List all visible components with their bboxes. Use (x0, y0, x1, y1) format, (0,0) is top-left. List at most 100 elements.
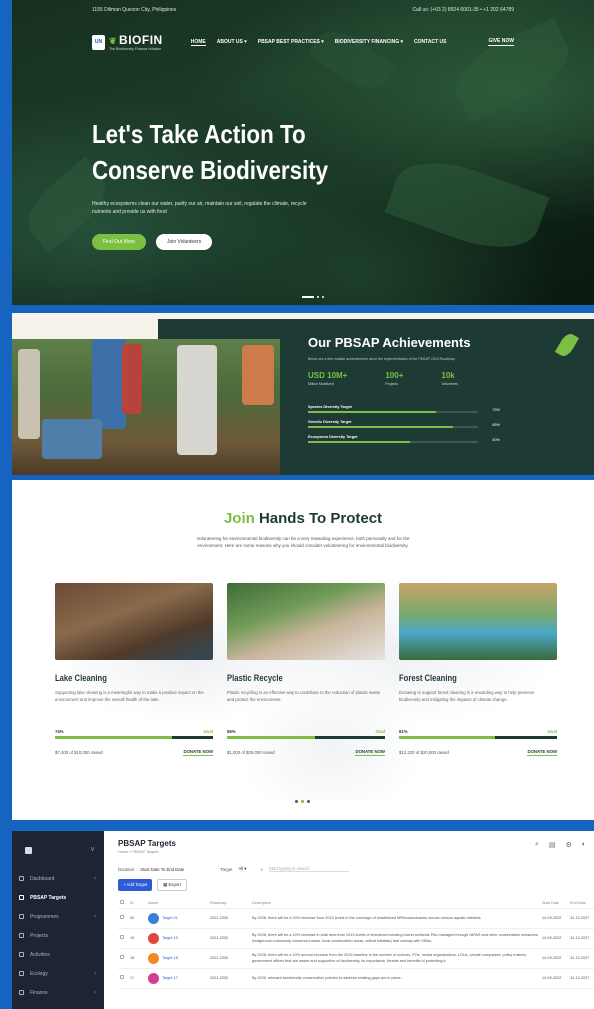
hero-section: 1155 Diliman Quezon City, Philippines Ca… (12, 0, 594, 305)
forest-cleaning-photo (399, 583, 557, 660)
plastic-recycle-photo (227, 583, 385, 660)
nav-contact-us[interactable]: CONTACT US (414, 39, 446, 46)
settings-icon[interactable]: ⚙ (565, 841, 571, 849)
nav-pbsap-best-practices[interactable]: PBSAP BEST PRACTICES ▾ (258, 39, 324, 46)
slider-indicator[interactable] (302, 296, 324, 298)
target-select[interactable]: All ▾ (238, 866, 246, 872)
sidebar-collapse-icon[interactable]: ∨ (90, 845, 95, 853)
finance-icon (19, 990, 24, 995)
row-checkbox[interactable] (120, 915, 124, 920)
dashboard-icon (19, 876, 24, 881)
activities-icon (19, 952, 24, 957)
target-icon (19, 895, 24, 900)
target-link[interactable]: Target 17 (148, 973, 206, 984)
target-link[interactable]: Target 18 (148, 953, 206, 964)
join-volunteers-button[interactable]: Join Volunteers (155, 234, 213, 250)
progress-genetic: Genetic Diversity Target 85% (308, 420, 500, 428)
campaign-progress-bar (399, 736, 557, 739)
logo-title: BIOFIN (119, 33, 163, 47)
admin-logo-icon[interactable] (25, 847, 32, 854)
achievements-section: Our PBSAP Achievements Below are a few n… (12, 313, 594, 475)
header-toolbar: ⌕ ▤ ⚙ ◐ (535, 841, 586, 849)
donate-now-link[interactable]: DONATE NOW (183, 749, 213, 756)
contact-text: Call us: (+63 2) 8924 6001-35 • +1 202 6… (412, 7, 514, 13)
campaign-card-lake-cleaning: Lake Cleaning Supporting lake cleaning i… (55, 583, 213, 756)
sidebar-item-projects[interactable]: Projects (12, 926, 104, 945)
campaign-cards: Lake Cleaning Supporting lake cleaning i… (55, 583, 557, 756)
hero-description: Healthy ecosystems clean our water, puri… (92, 201, 307, 215)
achievement-stats: USD 10M+ Million Mobilized 100+ Projects 1… (308, 371, 458, 386)
projects-icon (19, 933, 24, 938)
site-logo[interactable]: UN ❦ BIOFIN The Biodiversity Finance Init… (92, 33, 163, 51)
duration-label: Duration (118, 866, 135, 872)
campaign-progress-bar (55, 736, 213, 739)
join-description: Volunteering for environmental biodivers… (196, 536, 410, 548)
table-row[interactable]: 18 Target 18 2021-2030 By 2028, there will … (118, 948, 594, 969)
nav-about-us[interactable]: ABOUT US ▾ (217, 39, 247, 46)
un-emblem-icon: UN (92, 34, 105, 50)
search-icon: ⌕ (260, 866, 263, 872)
stat-volunteers: 10k Volunteers (441, 371, 458, 386)
chart-icon (19, 914, 24, 919)
sidebar-item-dashboard[interactable]: Dashboard › (12, 869, 104, 888)
top-info-bar: 1155 Diliman Quezon City, Philippines Ca… (12, 0, 594, 20)
table-row[interactable]: 19 Target 19 2021-2030 By 2028, there will … (118, 928, 594, 949)
campaign-card-forest-cleaning: Forest Cleaning Donating to support fore… (399, 583, 557, 756)
achievement-progress-bars: Species Diversity Target 75% Genetic Div… (308, 405, 500, 450)
select-all-checkbox[interactable] (120, 900, 124, 904)
sidebar-item-finance[interactable]: Finance › (12, 983, 104, 1002)
lake-cleaning-photo (55, 583, 213, 660)
target-link[interactable]: Target 01 (148, 913, 206, 924)
add-target-button[interactable]: + Add Target (118, 879, 153, 891)
export-icon: ▦ (163, 882, 168, 887)
give-now-link[interactable]: GIVE NOW (488, 38, 514, 46)
sdg-target-icon (148, 933, 159, 944)
address-text: 1155 Diliman Quezon City, Philippines (92, 7, 177, 13)
row-checkbox[interactable] (120, 975, 124, 980)
carousel-dots[interactable] (295, 800, 310, 803)
page-title: PBSAP Targets (118, 839, 176, 848)
table-row[interactable]: 17 Target 17 2021-2030 By 2025, relevant bi… (118, 968, 594, 989)
foliage-decoration (384, 146, 550, 264)
join-hands-section: Join Hands To Protect Volunteering for e… (12, 480, 594, 820)
campaign-card-plastic-recycle: Plastic Recycle Plastic recycling is an … (227, 583, 385, 756)
notification-icon[interactable]: ▤ (549, 841, 556, 849)
hero-title-line-1: Let's Take Action To (92, 119, 306, 149)
date-range-picker[interactable]: Start Date To End Date (140, 867, 184, 872)
leaf-icon: ❦ (109, 36, 118, 46)
find-out-more-button[interactable]: Find Out More (92, 234, 146, 250)
sidebar-item-activities[interactable]: Activities (12, 945, 104, 964)
row-checkbox[interactable] (120, 935, 124, 940)
sidebar-item-ecology[interactable]: Ecology › (12, 964, 104, 983)
join-title: Join Hands To Protect (223, 510, 383, 527)
volunteers-planting-photo (12, 339, 280, 475)
nav-home[interactable]: HOME (190, 39, 206, 46)
logo-subtitle: The Biodiversity Finance Initiative (109, 47, 162, 51)
admin-main-content: PBSAP Targets Home > PBSAP Targets ⌕ ▤ ⚙… (104, 831, 594, 1009)
admin-dashboard: ∨ Dashboard › PBSAP Targets Programmes › P… (12, 831, 594, 1009)
achievements-title: Our PBSAP Achievements (308, 335, 471, 350)
sdg-target-icon (148, 913, 159, 924)
campaign-progress-bar (227, 736, 385, 739)
table-row[interactable]: 20 Target 01 2021-2030 By 2028, there will … (118, 908, 594, 929)
filter-bar: Duration Start Date To End Date Target A… (118, 866, 349, 872)
row-checkbox[interactable] (120, 955, 124, 960)
hero-title-line-2: Conserve Biodiversity (92, 155, 329, 185)
sidebar-item-pbsap-targets[interactable]: PBSAP Targets (12, 888, 104, 907)
stat-funds: USD 10M+ Million Mobilized (308, 371, 348, 386)
achievements-subtitle: Below are a few notable achievements sin… (308, 357, 455, 361)
sdg-target-icon (148, 953, 159, 964)
nav-biodiversity-financing[interactable]: BIODIVERSITY FINANCING ▾ (335, 39, 403, 46)
target-link[interactable]: Target 19 (148, 933, 206, 944)
progress-ecosystem: Ecosystem Diversity Target 60% (308, 435, 500, 443)
export-button[interactable]: ▦ Export (157, 879, 187, 891)
sidebar-item-programmes[interactable]: Programmes › (12, 907, 104, 926)
donate-now-link[interactable]: DONATE NOW (527, 749, 557, 756)
targets-table: ID Name Roadmap Description Start Date E… (118, 897, 594, 989)
search-input[interactable]: Start typing to search (268, 866, 349, 872)
main-navigation: UN ❦ BIOFIN The Biodiversity Finance Init… (12, 28, 594, 56)
donate-now-link[interactable]: DONATE NOW (355, 749, 385, 756)
search-icon[interactable]: ⌕ (535, 841, 539, 849)
user-icon[interactable]: ◐ (582, 841, 586, 849)
sdg-target-icon (148, 973, 159, 984)
